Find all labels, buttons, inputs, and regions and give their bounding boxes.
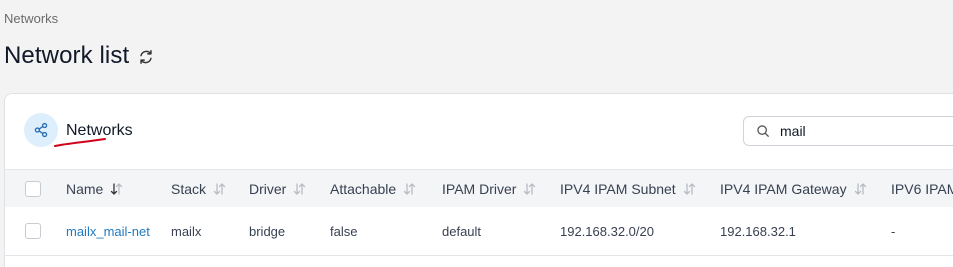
cell-attachable: false bbox=[330, 207, 357, 255]
row-checkbox[interactable] bbox=[25, 223, 41, 239]
cell-ipv4-subnet: 192.168.32.0/20 bbox=[560, 207, 654, 255]
share-nodes-icon bbox=[24, 113, 58, 147]
search-icon bbox=[756, 124, 770, 138]
ipv4-subnet-value: 192.168.32.0/20 bbox=[560, 223, 654, 239]
column-label: Stack bbox=[171, 180, 207, 197]
attachable-value: false bbox=[330, 223, 358, 239]
column-header-attachable[interactable]: Attachable bbox=[330, 170, 416, 207]
column-label: IPV4 IPAM Gateway bbox=[720, 180, 847, 197]
search-box[interactable] bbox=[743, 116, 953, 146]
stack-value: mailx bbox=[171, 223, 202, 239]
cell-stack: mailx bbox=[171, 207, 201, 255]
sort-desc-icon[interactable] bbox=[109, 182, 123, 196]
table-header-row: Name Stack Driver Attachable IPAM Driver… bbox=[5, 169, 953, 208]
sort-arrows-icon[interactable] bbox=[292, 182, 306, 196]
ipam-driver-value: default bbox=[442, 223, 482, 239]
cell-ipv6-subnet: - bbox=[891, 207, 895, 255]
cell-driver: bridge bbox=[249, 207, 285, 255]
select-all-cell bbox=[25, 170, 41, 207]
cell-ipam-driver: default bbox=[442, 207, 481, 255]
networks-card: Networks Name bbox=[4, 93, 953, 267]
column-header-ipam-driver[interactable]: IPAM Driver bbox=[442, 170, 536, 207]
column-label: IPV6 IPAM bbox=[891, 180, 953, 197]
page: Networks Network list Networks mail Name… bbox=[0, 0, 953, 267]
select-all-checkbox[interactable] bbox=[25, 180, 41, 197]
column-header-ipv4-subnet[interactable]: IPV4 IPAM Subnet bbox=[560, 170, 696, 207]
sort-arrows-icon[interactable] bbox=[853, 182, 867, 196]
column-label: IPV4 IPAM Subnet bbox=[560, 180, 676, 197]
column-label: Driver bbox=[249, 180, 287, 197]
breadcrumb[interactable]: Networks bbox=[4, 11, 58, 26]
column-label: IPAM Driver bbox=[442, 180, 517, 197]
refresh-icon[interactable] bbox=[137, 48, 155, 66]
row-select-cell bbox=[25, 207, 41, 255]
column-header-name[interactable]: Name bbox=[66, 170, 123, 207]
network-name-link[interactable]: mailx_mail-net bbox=[66, 224, 150, 239]
cell-ipv4-gateway: 192.168.32.1 bbox=[720, 207, 796, 255]
cell-name: mailx_mail-net bbox=[66, 207, 150, 255]
sort-arrows-icon[interactable] bbox=[522, 182, 536, 196]
title-row: Network list bbox=[4, 42, 155, 70]
search-input[interactable] bbox=[780, 123, 953, 139]
ipv6-subnet-value: - bbox=[891, 223, 896, 239]
table-row: mailx_mail-net mailx bridge false defaul… bbox=[5, 207, 953, 256]
card-title: Networks bbox=[66, 122, 133, 139]
sort-arrows-icon[interactable] bbox=[212, 182, 226, 196]
sort-arrows-icon[interactable] bbox=[682, 182, 696, 196]
column-label: Attachable bbox=[330, 180, 397, 197]
column-header-stack[interactable]: Stack bbox=[171, 170, 226, 207]
sort-arrows-icon[interactable] bbox=[402, 182, 416, 196]
column-header-ipv4-gateway[interactable]: IPV4 IPAM Gateway bbox=[720, 170, 867, 207]
driver-value: bridge bbox=[249, 223, 286, 239]
ipv4-gateway-value: 192.168.32.1 bbox=[720, 223, 796, 239]
column-header-ipv6-subnet[interactable]: IPV6 IPAM bbox=[891, 170, 953, 207]
card-header: Networks bbox=[5, 94, 953, 169]
column-label: Name bbox=[66, 180, 104, 197]
page-title: Network list bbox=[4, 42, 130, 69]
column-header-driver[interactable]: Driver bbox=[249, 170, 306, 207]
